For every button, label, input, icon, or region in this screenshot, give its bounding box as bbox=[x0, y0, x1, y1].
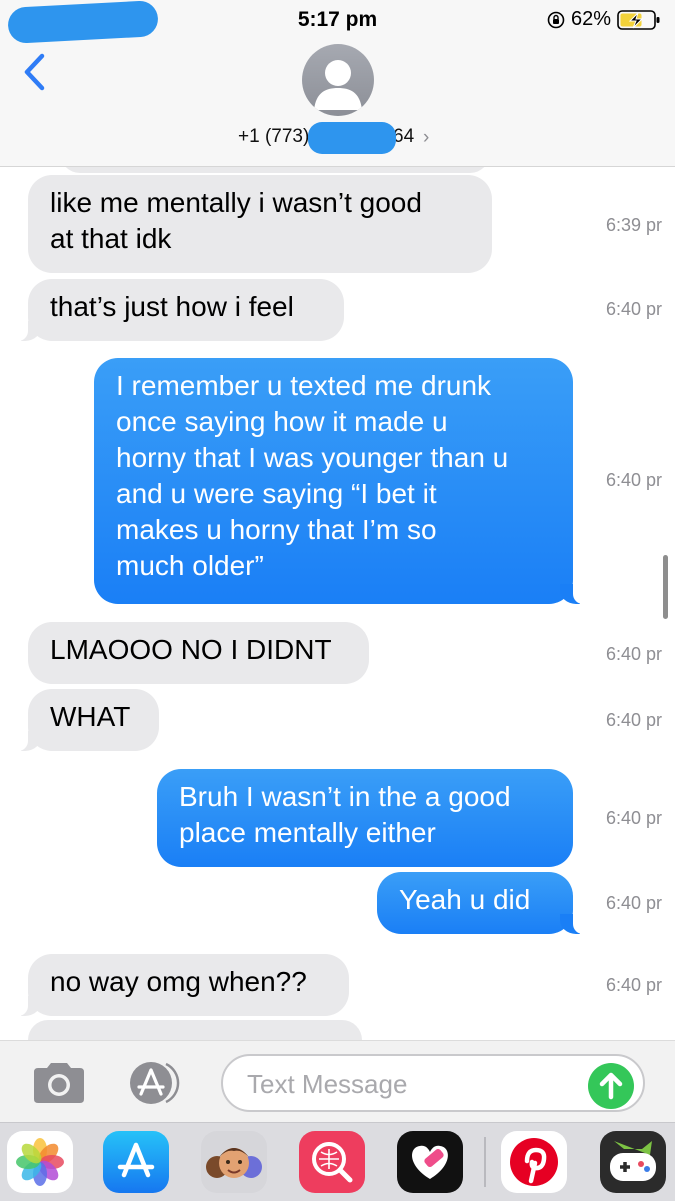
contact-number-prefix: +1 (773) bbox=[238, 126, 310, 147]
game-app-icon[interactable] bbox=[600, 1131, 666, 1193]
message-input[interactable] bbox=[245, 1064, 579, 1104]
sent-message[interactable]: Bruh I wasn’t in the a good place mental… bbox=[157, 769, 573, 867]
camera-icon[interactable] bbox=[30, 1060, 88, 1106]
message-timestamp: 6:40 pr bbox=[606, 975, 663, 995]
contact-number-suffix: 64 bbox=[393, 126, 415, 147]
send-button[interactable] bbox=[588, 1063, 634, 1109]
app-drawer bbox=[0, 1122, 675, 1201]
drawer-divider bbox=[484, 1137, 486, 1187]
back-button[interactable] bbox=[18, 50, 52, 94]
battery-percent: 62% bbox=[570, 8, 611, 30]
scrollbar[interactable] bbox=[663, 555, 668, 619]
heart-app-icon[interactable] bbox=[397, 1131, 463, 1193]
message-timestamp: 6:40 pr bbox=[606, 644, 663, 664]
app-store-icon[interactable] bbox=[126, 1060, 192, 1106]
message-timestamp: 6:40 pr bbox=[606, 893, 663, 913]
message-timestamp: 6:40 pr bbox=[606, 470, 663, 490]
partial-message-bubble bbox=[60, 167, 490, 173]
chevron-right-icon: › bbox=[423, 127, 430, 148]
sent-message[interactable]: Yeah u did bbox=[377, 872, 593, 934]
received-message[interactable]: WHAT bbox=[8, 689, 159, 751]
sent-message[interactable]: I remember u texted me drunk once saying… bbox=[94, 358, 593, 604]
person-silhouette-icon bbox=[314, 60, 362, 110]
status-indicators: 62% bbox=[547, 8, 661, 31]
app-store-app-icon[interactable] bbox=[103, 1131, 169, 1193]
message-input-field[interactable] bbox=[221, 1054, 645, 1112]
message-timestamp: 6:40 pr bbox=[606, 808, 663, 828]
battery-charging-icon bbox=[617, 9, 660, 30]
partial-message-bubble bbox=[28, 1020, 362, 1040]
search-app-icon[interactable] bbox=[299, 1131, 365, 1193]
message-list[interactable]: like me mentally i wasn’t good at that i… bbox=[0, 167, 675, 1040]
orientation-lock-icon bbox=[547, 11, 565, 28]
message-timestamp: 6:40 pr bbox=[606, 710, 663, 730]
received-message[interactable]: that’s just how i feel bbox=[8, 279, 344, 341]
received-message[interactable]: like me mentally i wasn’t good at that i… bbox=[28, 175, 492, 273]
compose-bar bbox=[0, 1040, 675, 1123]
redaction-mark bbox=[308, 122, 396, 154]
contact-avatar[interactable] bbox=[302, 44, 374, 116]
received-message[interactable]: LMAOOO NO I DIDNT bbox=[28, 622, 369, 684]
conversation-header: 5:17 pm 62% +1 (773) 64 › bbox=[0, 0, 675, 167]
photos-app-icon[interactable] bbox=[7, 1131, 73, 1193]
memoji-app-icon[interactable] bbox=[201, 1131, 267, 1193]
received-message[interactable]: no way omg when?? bbox=[8, 954, 349, 1016]
message-timestamp: 6:40 pr bbox=[606, 299, 663, 319]
arrow-up-icon bbox=[599, 1072, 623, 1100]
message-timestamp: 6:39 pr bbox=[606, 215, 663, 235]
pinterest-app-icon[interactable] bbox=[501, 1131, 567, 1193]
